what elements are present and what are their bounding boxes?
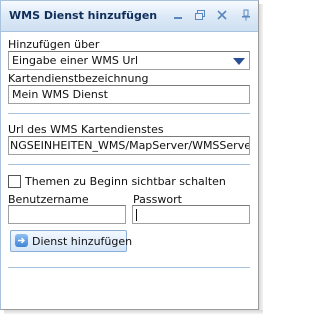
dialog-title: WMS Dienst hinzufügen	[9, 9, 158, 22]
restore-icon[interactable]	[193, 8, 207, 22]
add-service-button[interactable]: Dienst hinzufügen	[10, 230, 132, 252]
visible-checkbox-label: Themen zu Beginn sichtbar schalten	[25, 175, 226, 188]
pin-icon[interactable]	[239, 8, 253, 22]
chevron-down-icon[interactable]	[233, 58, 245, 65]
url-field[interactable]: NGSEINHEITEN_WMS/MapServer/WMSServer?	[8, 136, 250, 155]
window-shadow-right	[259, 4, 263, 310]
url-label: Url des WMS Kartendienstes	[8, 123, 164, 136]
add-service-button-label: Dienst hinzufügen	[32, 235, 133, 248]
window-shadow-bottom	[4, 310, 263, 314]
service-name-label: Kartendienstbezeichnung	[8, 72, 149, 85]
service-name-field[interactable]: Mein WMS Dienst	[8, 85, 250, 104]
password-field[interactable]	[132, 205, 250, 224]
url-value: NGSEINHEITEN_WMS/MapServer/WMSServer?	[10, 139, 250, 152]
separator	[8, 113, 250, 114]
add-via-select[interactable]: Eingabe einer WMS Url	[8, 51, 250, 70]
service-name-value: Mein WMS Dienst	[12, 88, 108, 101]
visible-checkbox[interactable]	[8, 175, 21, 188]
add-via-selected-value: Eingabe einer WMS Url	[12, 54, 139, 67]
add-via-label: Hinzufügen über	[8, 38, 100, 51]
title-bar[interactable]: WMS Dienst hinzufügen	[1, 1, 258, 32]
minimize-icon[interactable]	[171, 8, 185, 22]
arrow-right-icon	[15, 234, 28, 247]
separator	[8, 164, 250, 165]
separator	[8, 267, 250, 268]
wms-dialog: WMS Dienst hinzufügen Hinzufügen über Ei…	[0, 0, 259, 310]
close-icon[interactable]	[215, 8, 229, 22]
username-field[interactable]	[8, 205, 126, 224]
text-cursor	[136, 209, 137, 221]
